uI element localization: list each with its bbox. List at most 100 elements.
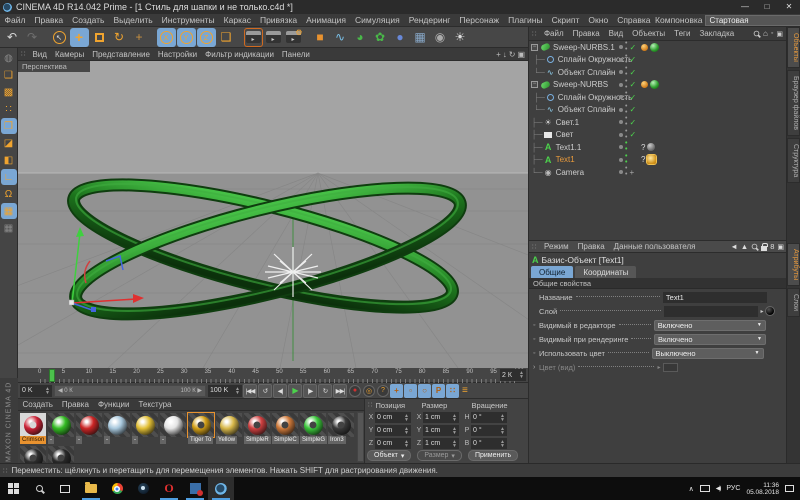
workplane-mode-button[interactable]: ▦ xyxy=(1,220,17,236)
visibility-toggles[interactable]: ••✓ xyxy=(619,79,636,91)
material-item[interactable]: Tiger To xyxy=(188,413,215,444)
current-frame-marker[interactable] xyxy=(49,369,55,382)
chevron-right-icon[interactable]: ▸ xyxy=(760,308,763,315)
viewport-menu-item-2[interactable]: Представление xyxy=(88,48,154,61)
menu-item-7[interactable]: Анимация xyxy=(302,14,351,27)
object-tree-row[interactable]: └─∿Объект Сплайн••✓ xyxy=(529,104,787,117)
model-mode-button[interactable]: ❑ xyxy=(1,67,17,83)
add-light-button[interactable]: ☀ xyxy=(451,28,470,47)
panel-menu-icon[interactable]: ▣ xyxy=(777,243,784,251)
loop-playback-button[interactable]: ↻ xyxy=(318,384,332,398)
menu-item-10[interactable]: Персонаж xyxy=(455,14,504,27)
rotate-tool-button[interactable]: ↻ xyxy=(110,28,129,47)
side-tab-Структура[interactable]: Структура xyxy=(787,138,800,183)
opera[interactable]: O xyxy=(156,477,182,500)
material-item[interactable]: SimpleR xyxy=(244,413,271,444)
render-settings-button[interactable]: ▸⚙ xyxy=(284,28,303,47)
coordinate-field[interactable]: 0 °▲▼ xyxy=(471,438,507,449)
speaker-icon[interactable]: ◀) xyxy=(716,485,721,492)
key-scale-button[interactable]: ▫ xyxy=(404,384,417,398)
coordinate-field[interactable]: 0 cm▲▼ xyxy=(375,425,411,436)
maximize-button[interactable]: □ xyxy=(756,0,778,14)
add-environment-button[interactable]: ● xyxy=(391,28,410,47)
object-menu-item-4[interactable]: Теги xyxy=(670,27,695,40)
phong-tag-icon[interactable] xyxy=(641,81,648,88)
menu-item-5[interactable]: Каркас xyxy=(219,14,255,27)
material-item[interactable]: - xyxy=(104,413,131,444)
rotate-view-icon[interactable]: ↻ xyxy=(509,50,516,59)
viewport-menu-item-3[interactable]: Настройки xyxy=(154,48,201,61)
render-picture-viewer-button[interactable]: ▸ xyxy=(264,28,283,47)
photos[interactable] xyxy=(182,477,208,500)
coordinate-field[interactable]: 0 °▲▼ xyxy=(471,412,507,423)
phong-tag-icon[interactable] xyxy=(641,44,648,51)
visibility-toggles[interactable]: ••✓ xyxy=(619,66,636,78)
goto-end-button[interactable]: ▶▶| xyxy=(333,384,347,398)
visibility-toggles[interactable]: ••+ xyxy=(619,166,634,178)
frame-range-slider[interactable]: ◀ 0 К100 К ▶ xyxy=(54,385,206,397)
layout-dropdown[interactable]: Стартовая ▼ xyxy=(705,15,800,26)
enabled-check-icon[interactable]: ✓ xyxy=(629,93,636,102)
material-scrollbar[interactable] xyxy=(357,412,364,462)
material-item[interactable]: Iron3 xyxy=(328,413,355,444)
layer-browser-icon[interactable] xyxy=(765,306,775,316)
object-tree-row[interactable]: └─◉Camera••+ xyxy=(529,166,787,179)
search-button[interactable] xyxy=(26,477,52,500)
network-icon[interactable] xyxy=(700,485,710,492)
material-menu-item-3[interactable]: Текстура xyxy=(134,398,176,411)
coordinate-field[interactable]: 1 cm▲▼ xyxy=(423,425,459,436)
viewport-canvas[interactable]: Перспектива xyxy=(18,61,528,368)
object-tree-row[interactable]: −Sweep-NURBS••✓ xyxy=(529,79,787,92)
close-button[interactable]: ✕ xyxy=(778,0,800,14)
panel-grip-icon[interactable]: ∷ xyxy=(529,243,539,251)
start_field-field[interactable]: 0 K▲▼ xyxy=(20,385,52,397)
undo-button[interactable]: ↶ xyxy=(3,28,22,47)
add-deformer-button[interactable]: ✿ xyxy=(371,28,390,47)
steam[interactable] xyxy=(130,477,156,500)
polygon-mode-button[interactable]: ◧ xyxy=(1,152,17,168)
notification-center-icon[interactable] xyxy=(785,485,794,492)
viewport-menu-item-0[interactable]: Вид xyxy=(28,48,50,61)
panel-grip-icon[interactable]: ∷ xyxy=(529,30,539,38)
key-parameter-button[interactable]: P xyxy=(432,384,445,398)
stepper-icon[interactable]: ▲▼ xyxy=(235,387,240,395)
file-explorer[interactable] xyxy=(78,477,104,500)
panel-menu-icon[interactable]: ▣ xyxy=(776,30,783,38)
object-menu-item-5[interactable]: Закладка xyxy=(695,27,739,40)
material-item[interactable]: Yellow xyxy=(216,413,243,444)
menu-item-12[interactable]: Скрипт xyxy=(547,14,584,27)
material-menu-item-0[interactable]: Создать xyxy=(18,398,57,411)
last-tool-button[interactable]: + xyxy=(130,28,149,47)
stepper-icon[interactable]: ▲▼ xyxy=(404,427,409,435)
coordinate-system-button[interactable]: ❑ xyxy=(217,28,236,47)
make-editable-button[interactable]: ◍ xyxy=(1,50,17,66)
visibility-dropdown[interactable]: Включено▼ xyxy=(654,334,766,345)
stepper-icon[interactable]: ▲▼ xyxy=(500,427,505,435)
material-item[interactable]: SimpleC xyxy=(272,413,299,444)
edge-mode-button[interactable]: ◪ xyxy=(1,135,17,151)
home-icon[interactable]: ⌂ xyxy=(763,29,768,38)
enabled-check-icon[interactable]: ✓ xyxy=(629,118,636,127)
history-back-icon[interactable]: ◄ xyxy=(730,242,737,251)
search-icon[interactable] xyxy=(754,31,760,37)
visibility-toggles[interactable]: ••✓ xyxy=(619,116,636,128)
key-pla-button[interactable]: ∷ xyxy=(446,384,459,398)
side-tab-Браузер файлов[interactable]: Браузер файлов xyxy=(787,70,800,136)
add-camera-button[interactable]: ◉ xyxy=(431,28,450,47)
stepper-icon[interactable]: ▲▼ xyxy=(519,371,524,379)
object-tree-row[interactable]: ├─Сплайн Окружность••✓ xyxy=(529,54,787,67)
menu-item-3[interactable]: Выделить xyxy=(109,14,157,27)
material-tag-icon[interactable] xyxy=(650,43,659,52)
attribute-menu-item-1[interactable]: Правка xyxy=(573,240,609,253)
visibility-toggles[interactable]: ••✓ xyxy=(619,104,636,116)
object-mode-dropdown[interactable]: Объект▾ xyxy=(367,450,411,461)
lock-x-axis-button[interactable]: X xyxy=(157,28,176,47)
enabled-check-icon[interactable]: ✓ xyxy=(629,105,636,114)
question-tag-icon[interactable]: ? xyxy=(641,155,645,164)
object-tree-row[interactable]: ├─Сплайн Окружность••✓ xyxy=(529,91,787,104)
visibility-toggles[interactable]: ••✓ xyxy=(619,91,636,103)
up-level-icon[interactable]: ▲ xyxy=(741,242,748,251)
cinema4d[interactable] xyxy=(208,477,234,500)
object-tree-row[interactable]: └─∿Объект Сплайн••✓ xyxy=(529,66,787,79)
material-item[interactable]: - xyxy=(132,413,159,444)
